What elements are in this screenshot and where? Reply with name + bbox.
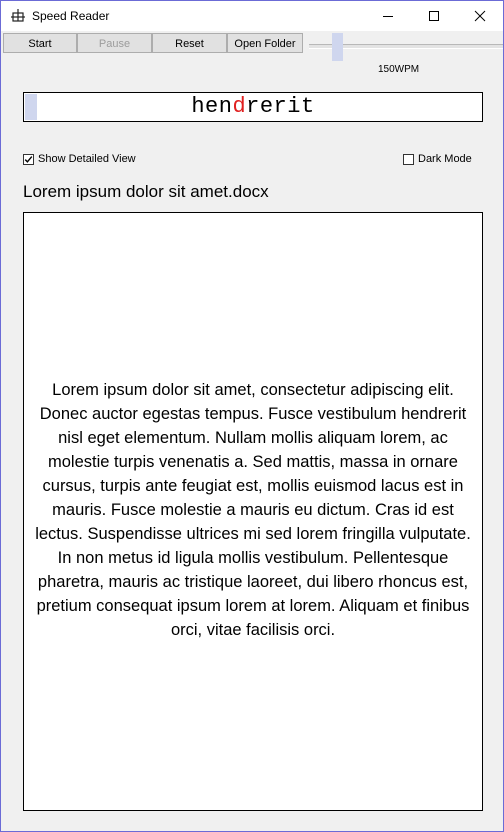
dark-mode-label: Dark Mode: [418, 153, 472, 165]
word-focus-letter: d: [232, 94, 247, 119]
document-text: Lorem ipsum dolor sit amet, consectetur …: [35, 380, 471, 639]
open-folder-button[interactable]: Open Folder: [227, 33, 303, 53]
dark-mode-checkbox[interactable]: [403, 153, 414, 165]
minimize-button[interactable]: [365, 1, 411, 31]
dark-mode-option[interactable]: Dark Mode: [403, 153, 472, 165]
detailed-view-label: Show Detailed View: [38, 153, 136, 165]
word-prefix: hen: [191, 94, 233, 119]
pause-button[interactable]: Pause: [77, 33, 152, 53]
close-icon: [474, 10, 486, 22]
close-button[interactable]: [457, 1, 503, 31]
current-word-display: hendrerit: [23, 92, 483, 122]
app-icon: [10, 8, 26, 24]
maximize-button[interactable]: [411, 1, 457, 31]
word-suffix: rerit: [246, 94, 315, 119]
detailed-view-option[interactable]: Show Detailed View: [23, 153, 136, 165]
wpm-label: 150WPM: [378, 64, 420, 75]
document-text-area[interactable]: Lorem ipsum dolor sit amet, consectetur …: [23, 212, 483, 811]
title-bar: Speed Reader: [1, 1, 503, 31]
wpm-slider-thumb[interactable]: [332, 33, 343, 61]
minimize-icon: [383, 16, 393, 17]
current-word: hendrerit: [24, 94, 482, 119]
start-button[interactable]: Start: [3, 33, 77, 53]
document-filename: Lorem ipsum dolor sit amet.docx: [23, 182, 269, 201]
reset-button[interactable]: Reset: [152, 33, 227, 53]
detailed-view-checkbox[interactable]: [23, 153, 34, 165]
window-title: Speed Reader: [32, 9, 110, 23]
checkmark-icon: [24, 155, 33, 163]
app-window: Speed Reader Start Pause Reset Open Fold…: [0, 0, 504, 832]
maximize-icon: [429, 11, 439, 21]
